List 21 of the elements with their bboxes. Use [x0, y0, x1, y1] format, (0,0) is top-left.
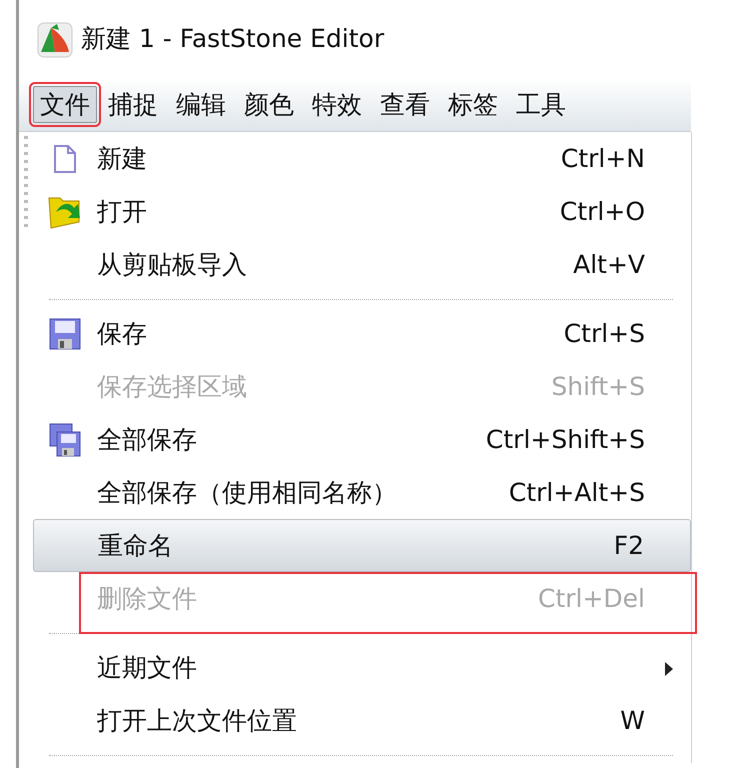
menu-item[interactable]: 打开 Ctrl+O	[33, 185, 691, 238]
menu-bar-item[interactable]: 特效	[305, 86, 369, 124]
menu-item[interactable]: 全部保存（使用相同名称） Ctrl+Alt+S	[33, 466, 691, 519]
menu-item[interactable]: 打开上次文件位置 W	[33, 694, 691, 747]
document-icon	[54, 144, 76, 172]
menu-bar-item[interactable]: 捕捉	[101, 86, 165, 124]
window-title: 新建 1 - FastStone Editor	[81, 23, 384, 56]
submenu-arrow-icon	[665, 662, 673, 676]
menu-bar-item[interactable]: 工具	[509, 86, 573, 124]
menu-item[interactable]: 保存 Ctrl+S	[33, 307, 691, 360]
menu-bar-item[interactable]: 标签	[441, 86, 505, 124]
menu-item[interactable]: 近期文件	[33, 641, 691, 694]
menu-item[interactable]: 从剪贴板导入 Alt+V	[33, 238, 691, 291]
menu-item[interactable]: 全部保存 Ctrl+Shift+S	[33, 413, 691, 466]
menu-bar-item[interactable]: 编辑	[169, 86, 233, 124]
menu-item[interactable]: 重命名 F2	[33, 519, 691, 572]
menu-item[interactable]: 新建 Ctrl+N	[33, 132, 691, 185]
menu-bar-item[interactable]: 查看	[373, 86, 437, 124]
app-logo-icon	[37, 22, 73, 58]
menu-bar-item[interactable]: 颜色	[237, 86, 301, 124]
multiple-floppy-disks-icon	[49, 422, 81, 456]
